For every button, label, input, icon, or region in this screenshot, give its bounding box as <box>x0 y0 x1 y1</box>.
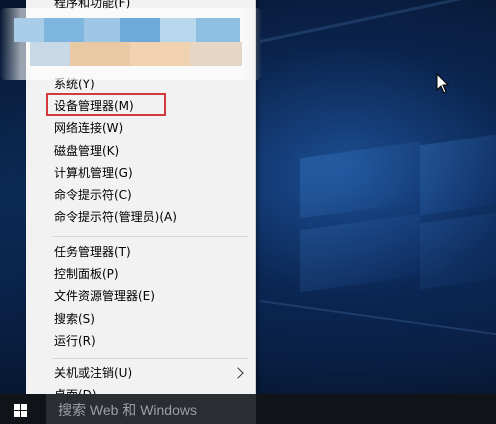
menu-item-command-prompt[interactable]: 命令提示符(C) <box>26 184 255 206</box>
menu-item-label: 控制面板(P) <box>54 267 119 282</box>
menu-item-label: 计算机管理(G) <box>54 165 133 180</box>
start-button[interactable] <box>0 394 46 424</box>
mouse-cursor-icon <box>436 73 450 94</box>
menu-separator <box>52 236 248 237</box>
menu-item-disk-management[interactable]: 磁盘管理(K) <box>26 140 255 162</box>
menu-item-task-manager[interactable]: 任务管理器(T) <box>26 241 255 263</box>
windows-logo-icon <box>14 404 28 418</box>
search-input[interactable]: 搜索 Web 和 Windows <box>46 394 256 424</box>
menu-item-search[interactable]: 搜索(S) <box>26 308 255 330</box>
chevron-right-icon <box>232 367 244 379</box>
menu-item-computer-management[interactable]: 计算机管理(G) <box>26 162 255 184</box>
menu-item-file-explorer[interactable]: 文件资源管理器(E) <box>26 285 255 307</box>
highlight-box <box>46 93 166 116</box>
wallpaper-light-beam <box>260 0 496 43</box>
menu-item-label: 网络连接(W) <box>54 121 124 136</box>
search-placeholder: 搜索 Web 和 Windows <box>58 402 197 418</box>
menu-item-label: 关机或注销(U) <box>54 366 133 380</box>
menu-item-label: 任务管理器(T) <box>54 245 131 259</box>
menu-item-label: 搜索(S) <box>54 311 95 326</box>
menu-item-run[interactable]: 运行(R) <box>26 330 255 352</box>
menu-item-command-prompt-admin[interactable]: 命令提示符(管理员)(A) <box>26 206 255 228</box>
wallpaper-light-pane <box>420 212 496 290</box>
wallpaper-light-pane <box>420 134 496 216</box>
menu-item-shutdown-signout[interactable]: 关机或注销(U) <box>26 362 255 384</box>
wallpaper-light-pane <box>300 213 420 293</box>
menu-separator <box>52 358 248 359</box>
menu-item-label: 运行(R) <box>54 333 96 348</box>
taskbar: 搜索 Web 和 Windows <box>0 394 496 424</box>
menu-item-control-panel[interactable]: 控制面板(P) <box>26 263 255 285</box>
menu-item-label: 命令提示符(管理员)(A) <box>54 210 177 225</box>
wallpaper-light-pane <box>300 141 420 219</box>
menu-item-label: 命令提示符(C) <box>54 188 132 202</box>
menu-item-network-connections[interactable]: 网络连接(W) <box>26 117 255 139</box>
menu-item-label: 磁盘管理(K) <box>54 143 120 158</box>
menu-item-label: 文件资源管理器(E) <box>54 289 155 304</box>
wallpaper-light-beam <box>259 300 496 336</box>
redacted-area <box>0 8 262 80</box>
